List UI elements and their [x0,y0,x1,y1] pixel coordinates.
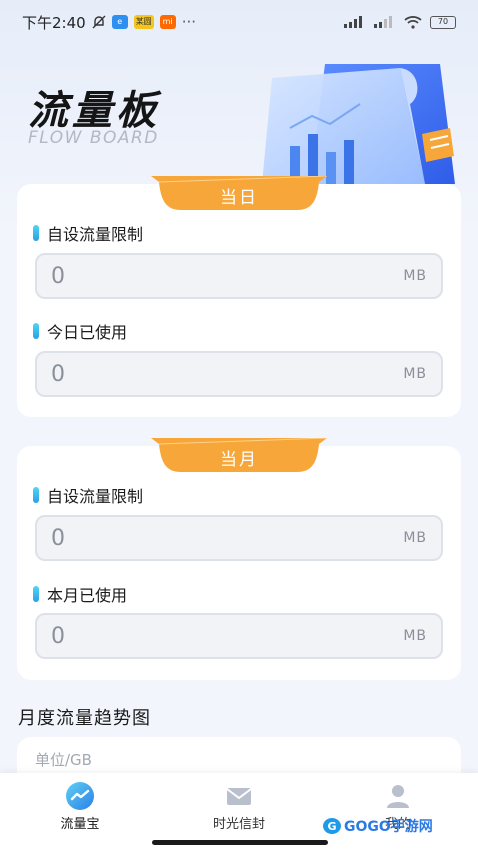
daily-used-value: 0 [51,361,65,387]
mi-badge-icon: mi [159,15,176,29]
unit-label: MB [403,530,427,546]
trend-icon [66,782,94,810]
app-badge-icon: e [111,15,128,29]
user-icon [387,785,409,808]
daily-used-label-row: 今日已使用 [33,319,127,343]
daily-used-label: 今日已使用 [47,323,128,342]
monthly-card: 当月 自设流量限制 0 MB 本月已使用 0 MB [17,438,461,680]
nav-item-envelope[interactable]: 时光信封 [179,781,299,832]
status-bar: 下午2:40 e 某圆 mi ··· 70 [0,0,478,44]
signal-icon [374,16,392,28]
chart-document-illustration [262,64,455,184]
status-time: 下午2:40 [22,13,86,32]
monthly-limit-value: 0 [51,525,65,551]
daily-tab-label: 当日 [220,188,258,208]
label-accent-bar [33,487,39,503]
home-indicator[interactable] [152,840,328,845]
nav-label-flow: 流量宝 [60,817,100,832]
monthly-limit-label: 自设流量限制 [47,487,144,506]
monthly-tab-label: 当月 [220,450,258,470]
bottom-nav: 流量宝 时光信封 我的 [0,773,478,850]
monthly-used-input[interactable]: 0 MB [35,613,443,659]
gogo-logo-icon: G [323,818,341,834]
monthly-used-label-row: 本月已使用 [33,582,127,606]
watermark-brand: GOGO手游网 [344,819,433,835]
monthly-tab: 当月 [151,438,327,472]
daily-tab: 当日 [151,176,327,210]
label-accent-bar [33,586,39,602]
label-accent-bar [33,323,39,339]
daily-limit-value: 0 [51,263,65,289]
svg-text:G: G [327,820,336,833]
daily-limit-label: 自设流量限制 [47,225,144,244]
status-more-dots: ··· [181,13,196,31]
label-accent-bar [33,225,39,241]
page-subtitle: FLOW BOARD [28,128,159,148]
unit-label: MB [403,366,427,382]
monthly-limit-label-row: 自设流量限制 [33,483,143,507]
daily-limit-input[interactable]: 0 MB [35,253,443,299]
wifi-icon [404,15,422,29]
unit-label: MB [403,628,427,644]
battery-icon: 70 [430,15,456,29]
app-badge-icon: 某圆 [133,15,154,29]
daily-card: 当日 自设流量限制 0 MB 今日已使用 0 MB [17,176,461,417]
nav-label-envelope: 时光信封 [212,817,265,832]
watermark-logo: G GOGO手游网 [322,816,433,836]
monthly-used-value: 0 [51,623,65,649]
unit-label: MB [403,268,427,284]
trend-section-title: 月度流量趋势图 [18,708,151,729]
trend-unit-label: 单位/GB [35,751,92,769]
signal-icon [344,16,362,28]
daily-limit-label-row: 自设流量限制 [33,221,143,245]
mute-bell-icon [92,15,106,29]
monthly-limit-input[interactable]: 0 MB [35,515,443,561]
envelope-icon [226,788,252,805]
daily-used-input[interactable]: 0 MB [35,351,443,397]
nav-item-flow[interactable]: 流量宝 [20,781,140,832]
monthly-used-label: 本月已使用 [47,586,128,605]
